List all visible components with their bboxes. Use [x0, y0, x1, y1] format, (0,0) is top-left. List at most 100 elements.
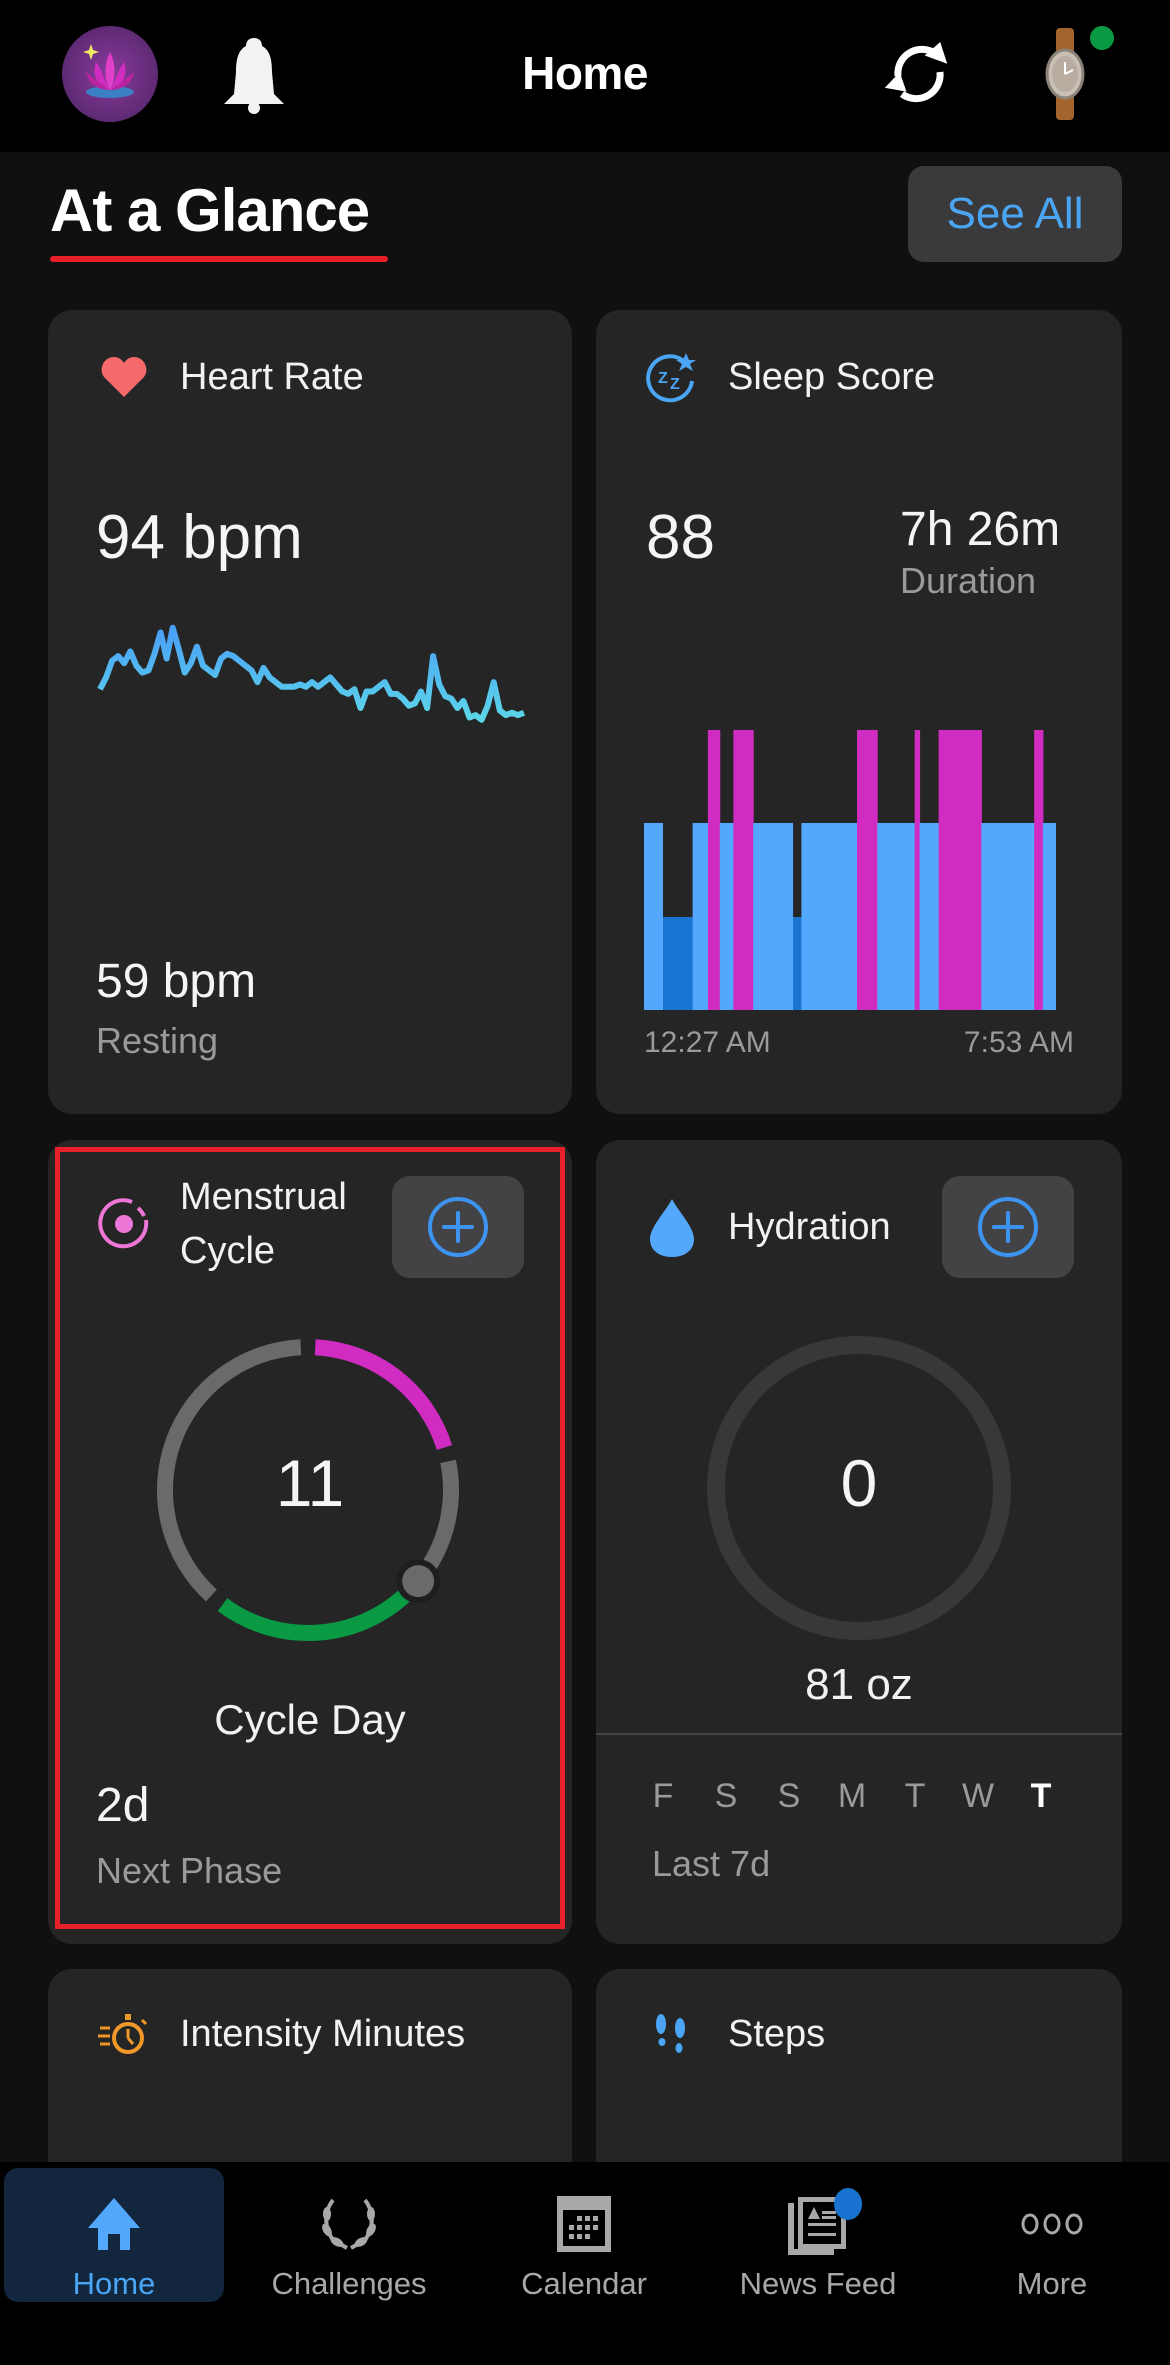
heart-rate-chart — [97, 624, 526, 723]
sleep-segment-light — [644, 823, 664, 1010]
menstrual-cycle-card[interactable]: Menstrual Cycle 11 Cycle Day 2d Next Pha… — [48, 1140, 572, 1944]
nav-challenges[interactable]: Challenges — [239, 2168, 459, 2302]
hydration-day-1: S — [714, 1777, 738, 1815]
intensity-minutes-header: Intensity Minutes — [98, 2007, 465, 2061]
section-underline — [50, 256, 388, 262]
sleep-segment-light — [919, 823, 940, 1010]
next-phase-label: Next Phase — [96, 1850, 283, 1891]
water-drop-icon — [646, 1199, 698, 1257]
device-connected-indicator — [1090, 26, 1114, 50]
nav-calendar-label: Calendar — [521, 2266, 647, 2301]
sleep-segment-light — [801, 823, 858, 1010]
steps-title: Steps — [728, 2013, 826, 2055]
hydration-day-3: M — [837, 1777, 867, 1815]
sleep-start-time: 12:27 AM — [644, 1026, 771, 1059]
home-icon — [86, 2188, 142, 2260]
hydration-day-6: T — [1030, 1777, 1052, 1815]
nav-more[interactable]: More — [942, 2168, 1162, 2302]
top-bar: Home — [0, 0, 1170, 152]
hydration-header: Hydration — [646, 1199, 891, 1257]
sleep-segment-light — [1042, 823, 1056, 1010]
sleep-segment-light — [719, 823, 734, 1010]
hydration-card[interactable]: Hydration 0 81 oz FSSMTWT Last 7d — [596, 1140, 1122, 1944]
nav-calendar[interactable]: Calendar — [474, 2168, 694, 2302]
add-cycle-log-button[interactable] — [392, 1176, 524, 1278]
sleep-segment-rem — [938, 730, 982, 1010]
sleep-segment-deep — [793, 917, 802, 1010]
sleep-duration-value: 7h 26m — [900, 503, 1061, 556]
hydration-day-2: S — [777, 1777, 801, 1815]
section-title: At a Glance — [50, 177, 370, 244]
heart-rate-header: Heart Rate — [98, 350, 364, 404]
menstrual-cycle-title: Menstrual Cycle — [180, 1170, 347, 1278]
hydration-day-5: W — [961, 1777, 995, 1815]
sleep-segment-light — [692, 823, 709, 1010]
page-title: Home — [522, 47, 648, 99]
sleep-duration-label: Duration — [900, 560, 1037, 601]
laurel-icon — [319, 2188, 379, 2260]
nav-challenges-label: Challenges — [271, 2266, 427, 2301]
sleep-segment-light — [753, 823, 794, 1010]
sleep-stages-chart — [644, 730, 1056, 1010]
plus-circle-icon — [428, 1197, 488, 1257]
hydration-day-0: F — [652, 1777, 674, 1815]
heart-icon — [98, 351, 150, 403]
nav-news-feed-label: News Feed — [739, 2266, 897, 2301]
sleep-segment-rem — [733, 730, 754, 1010]
cycle-phase-period — [314, 1339, 453, 1450]
steps-header: Steps — [646, 2007, 825, 2061]
nav-home[interactable]: Home — [4, 2168, 224, 2302]
heart-rate-title: Heart Rate — [180, 356, 364, 398]
resting-heart-rate-value: 59 bpm — [96, 955, 257, 1008]
svg-text:Z: Z — [670, 376, 680, 393]
sleep-end-time: 7:53 AM — [963, 1026, 1074, 1059]
cycle-phase-fertile — [217, 1581, 420, 1641]
cycle-icon — [98, 1198, 150, 1250]
sync-icon — [884, 42, 948, 103]
sleep-score-title: Sleep Score — [728, 356, 936, 398]
bottom-navigation: Home Challenges Calendar News Feed More — [0, 2162, 1170, 2365]
sleep-segment-deep — [663, 917, 694, 1010]
cycle-current-marker — [402, 1565, 435, 1598]
news-feed-badge — [834, 2188, 862, 2220]
sleep-segment-gap — [663, 823, 694, 917]
plus-circle-icon — [978, 1197, 1038, 1257]
hydration-current: 0 — [840, 1446, 878, 1520]
nav-home-label: Home — [72, 2266, 156, 2301]
hydration-divider — [596, 1733, 1122, 1735]
cycle-day-number: 11 — [275, 1446, 345, 1520]
heart-rate-card[interactable]: Heart Rate 94 bpm 59 bpm Resting — [48, 310, 572, 1114]
sleep-segment-rem — [857, 730, 878, 1010]
hydration-day-4: T — [904, 1777, 926, 1815]
nav-more-label: More — [1016, 2266, 1088, 2301]
menstrual-title-line2: Cycle — [180, 1230, 276, 1272]
heart-rate-line — [97, 624, 526, 723]
sleep-segment-light — [981, 823, 1035, 1010]
hydration-title: Hydration — [728, 1206, 891, 1248]
svg-text:Z: Z — [658, 370, 668, 387]
nav-news-feed[interactable]: News Feed — [708, 2168, 928, 2302]
hydration-range-label: Last 7d — [652, 1843, 771, 1884]
heart-rate-current: 94 bpm — [96, 503, 303, 572]
add-water-button[interactable] — [942, 1176, 1074, 1278]
sleep-segment-light — [877, 823, 916, 1010]
resting-heart-rate-label: Resting — [96, 1020, 219, 1061]
sleep-score-value: 88 — [646, 503, 715, 572]
cycle-day-label: Cycle Day — [214, 1696, 406, 1743]
sleep-score-header: Z Z Sleep Score — [646, 350, 935, 404]
calendar-icon — [557, 2188, 611, 2260]
sync-button[interactable] — [878, 38, 960, 115]
sleep-segment-rem — [914, 730, 921, 1010]
sleep-segment-rem — [1034, 730, 1044, 1010]
sleep-score-card[interactable]: Z Z Sleep Score 88 7h 26m Duration 12:27… — [596, 310, 1122, 1114]
stopwatch-icon — [98, 2008, 150, 2060]
see-all-button[interactable]: See All — [908, 166, 1122, 262]
intensity-minutes-title: Intensity Minutes — [180, 2013, 466, 2055]
hydration-goal: 81 oz — [805, 1660, 913, 1709]
sleep-segment-gap — [793, 823, 802, 917]
sleep-segment-rem — [707, 730, 721, 1010]
footsteps-icon — [646, 2008, 698, 2060]
menstrual-title-line1: Menstrual — [180, 1176, 347, 1218]
sleep-icon: Z Z — [646, 351, 698, 403]
menstrual-cycle-header: Menstrual Cycle — [98, 1170, 347, 1278]
